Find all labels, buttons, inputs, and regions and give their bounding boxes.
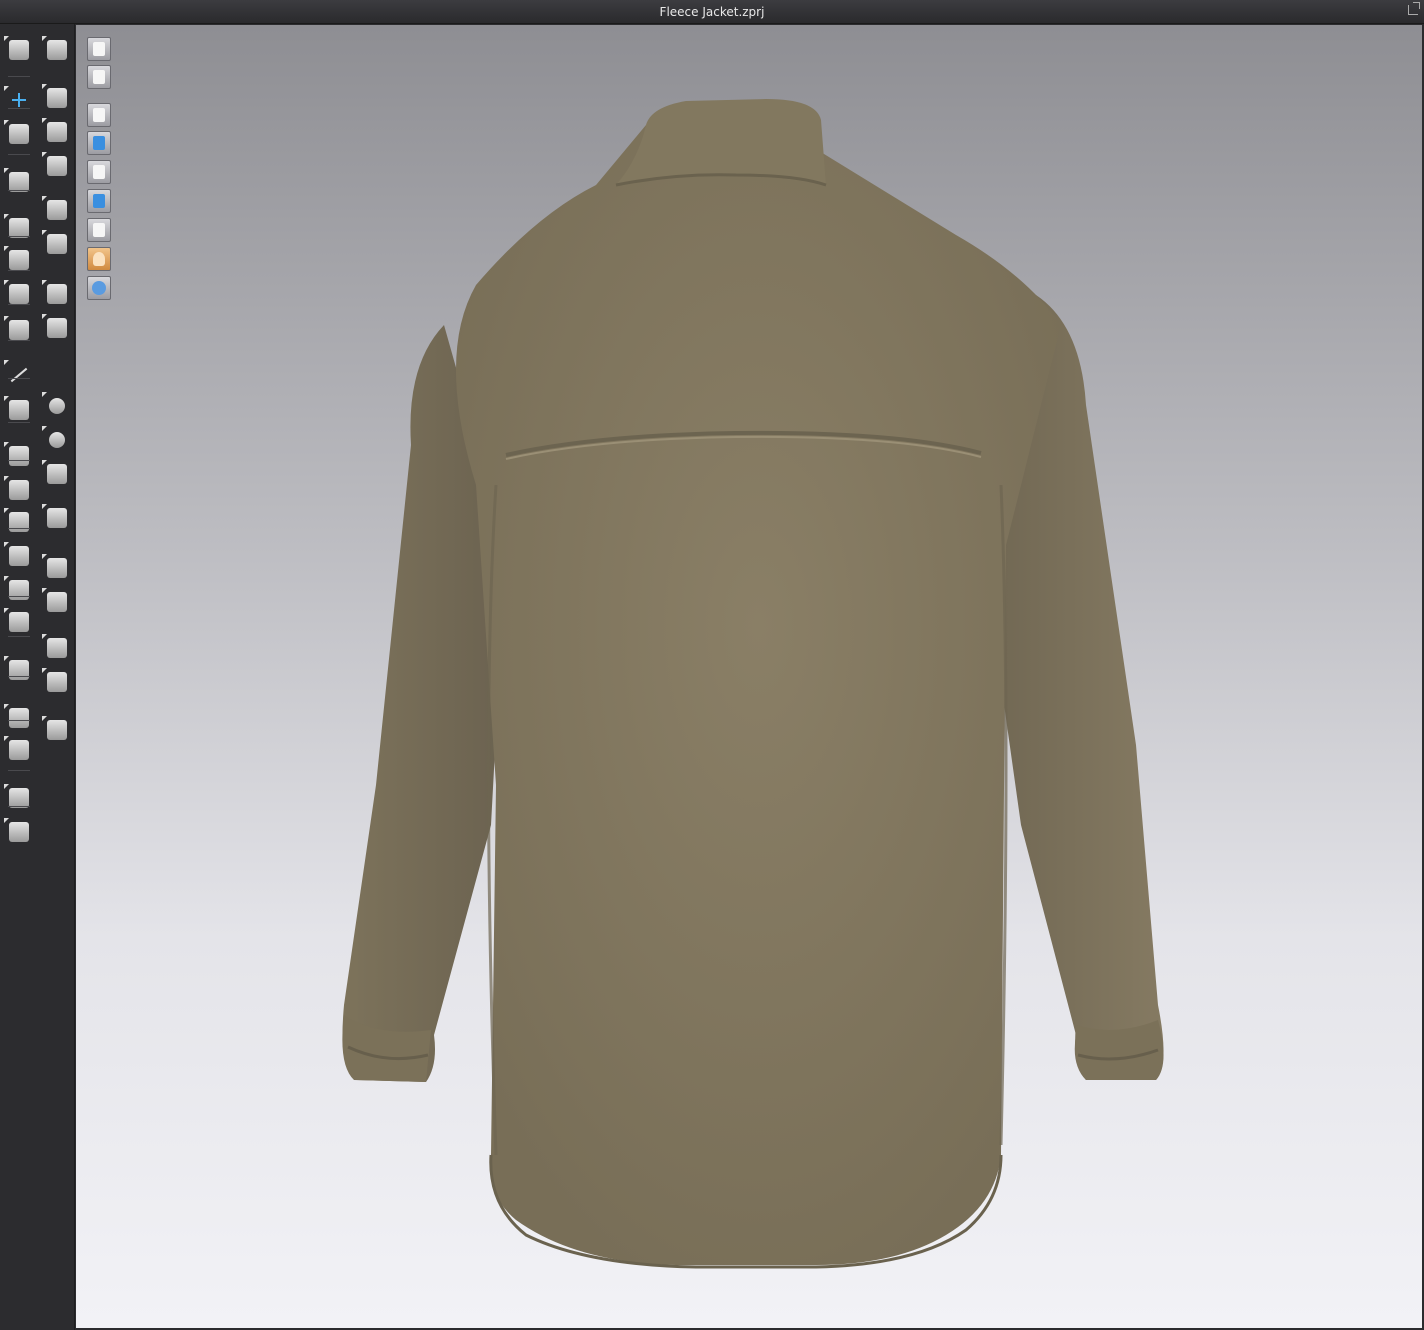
tack-icon[interactable]	[4, 280, 30, 306]
avatar-pose-icon[interactable]	[4, 576, 30, 602]
pin-icon[interactable]	[42, 118, 68, 144]
lock-button-icon[interactable]	[42, 460, 68, 486]
window-titlebar: Fleece Jacket.zprj	[0, 0, 1424, 24]
ruler-icon[interactable]	[4, 704, 30, 730]
edit-curvature-icon[interactable]	[4, 120, 30, 146]
line-icon[interactable]	[4, 360, 30, 386]
walk-pose-icon[interactable]	[42, 36, 68, 62]
toolbar-separator	[8, 304, 30, 305]
window-title: Fleece Jacket.zprj	[659, 5, 765, 19]
toolbar-separator	[8, 636, 30, 637]
snapshot-icon[interactable]	[4, 442, 30, 468]
toolbar-separator	[8, 806, 30, 807]
toolbar-separator	[8, 596, 30, 597]
zipper-slider-icon[interactable]	[42, 504, 68, 530]
tape-measure-icon[interactable]	[4, 736, 30, 762]
tiling-icon[interactable]	[42, 668, 68, 694]
toolbar-separator	[8, 378, 30, 379]
toolbar-separator	[8, 340, 30, 341]
block-icon[interactable]	[42, 554, 68, 580]
fit-map-icon[interactable]	[4, 656, 30, 682]
left-toolbar	[0, 24, 75, 1330]
gradient-icon[interactable]	[42, 634, 68, 660]
jacket-body	[456, 102, 1061, 1265]
arrangement-icon[interactable]	[4, 476, 30, 502]
buttonhole-icon[interactable]	[42, 426, 68, 452]
camera-icon[interactable]	[4, 396, 30, 422]
sewing-icon[interactable]	[42, 196, 68, 222]
collar	[616, 99, 826, 185]
toolbar-separator	[8, 76, 30, 77]
stitch-icon[interactable]	[42, 152, 68, 178]
popout-icon[interactable]	[1408, 2, 1420, 15]
pants-icon[interactable]	[4, 542, 30, 568]
toolbar-separator	[8, 528, 30, 529]
toolbar-separator	[8, 154, 30, 155]
avatar-icon[interactable]	[4, 608, 30, 634]
select-mesh-icon[interactable]	[42, 84, 68, 110]
texture-icon[interactable]	[42, 314, 68, 340]
toolbar-separator	[8, 676, 30, 677]
garment-back-icon[interactable]	[4, 818, 30, 844]
simulate-icon[interactable]	[4, 36, 30, 62]
panel-icon[interactable]	[42, 588, 68, 614]
3d-viewport[interactable]	[76, 25, 1422, 1328]
toolbar-separator	[8, 270, 30, 271]
toolbar-separator	[8, 236, 30, 237]
toolbar-separator	[8, 190, 30, 191]
split-icon[interactable]	[42, 716, 68, 742]
zipper-icon[interactable]	[4, 316, 30, 342]
fabric-brush-icon[interactable]	[42, 280, 68, 306]
button-icon[interactable]	[42, 392, 68, 418]
toolbar-separator	[8, 108, 30, 109]
needle-icon[interactable]	[42, 230, 68, 256]
shirt-icon[interactable]	[4, 508, 30, 534]
toolbar-separator	[8, 720, 30, 721]
toolbar-separator	[8, 770, 30, 771]
toolbar-separator	[8, 422, 30, 423]
toolbar-separator	[8, 460, 30, 461]
measure-icon[interactable]	[4, 246, 30, 272]
fleece-jacket-3d-model[interactable]	[76, 25, 1422, 1328]
